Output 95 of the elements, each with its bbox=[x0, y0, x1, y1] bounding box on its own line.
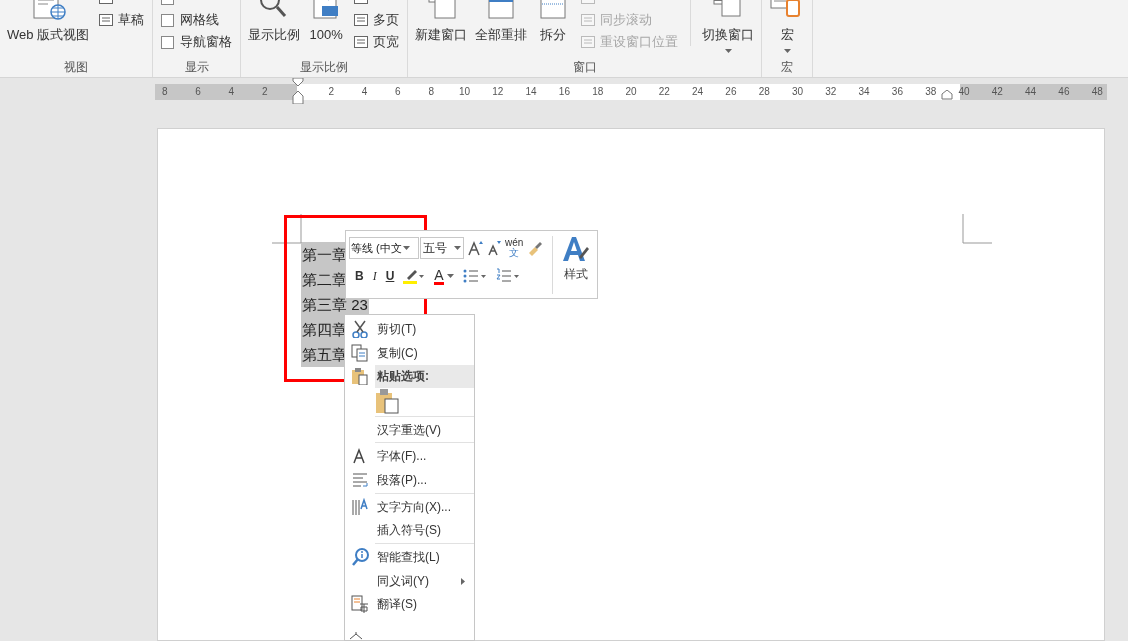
ribbon-small-button[interactable]: 草稿 bbox=[98, 9, 145, 31]
bold-button[interactable]: B bbox=[355, 267, 364, 285]
ruler-number: 30 bbox=[790, 85, 805, 99]
ribbon-button[interactable]: 新建窗口 bbox=[412, 0, 471, 44]
paste-options-header: 粘贴选项: bbox=[375, 364, 474, 388]
ruler-number: 34 bbox=[857, 85, 871, 99]
menu-item[interactable]: 翻译(S) bbox=[345, 592, 474, 617]
draft-icon bbox=[98, 13, 115, 27]
margin-corner-mark bbox=[962, 214, 992, 244]
ribbon-small-button[interactable]: 多页 bbox=[353, 9, 400, 31]
caret-icon bbox=[446, 274, 454, 278]
menu-item[interactable]: 智能查找(L) bbox=[345, 545, 474, 569]
caret-icon bbox=[783, 49, 791, 53]
menu-item[interactable]: 汉字重选(V) bbox=[345, 417, 474, 442]
styles-button[interactable]: 样式 bbox=[553, 231, 591, 298]
phonetic-guide-button[interactable]: wén 文 bbox=[505, 238, 524, 258]
ruler-number: 6 bbox=[194, 85, 202, 99]
font-color-button[interactable]: A bbox=[434, 267, 454, 285]
underline-button[interactable]: U bbox=[385, 267, 395, 285]
ruler-number: 42 bbox=[990, 85, 1004, 99]
menu-item[interactable]: 字体(F)... bbox=[345, 444, 474, 469]
grow-font-icon bbox=[467, 240, 483, 256]
ruler-number: 2 bbox=[327, 85, 336, 99]
translate-icon bbox=[351, 595, 369, 614]
ruler-number: 16 bbox=[557, 85, 571, 99]
ruler-number: 10 bbox=[457, 85, 472, 99]
caret-icon bbox=[454, 246, 461, 250]
ruler-number: 18 bbox=[591, 85, 605, 99]
font-size-field[interactable]: 五号 bbox=[420, 237, 464, 259]
menu-item[interactable]: 文字方向(X)... bbox=[345, 494, 474, 519]
checkbox-label: 导航窗格 bbox=[180, 33, 233, 52]
caret-icon bbox=[724, 49, 732, 53]
reset-window-icon bbox=[580, 35, 597, 49]
copy-icon bbox=[351, 343, 369, 362]
margin-corner-mark bbox=[272, 214, 302, 244]
page-width-icon bbox=[353, 35, 370, 49]
ribbon-button[interactable]: 全部重排 bbox=[472, 0, 531, 44]
text-direction-icon bbox=[351, 497, 369, 516]
ruler-number: 44 bbox=[1024, 85, 1038, 99]
ruler-number: 32 bbox=[824, 85, 838, 99]
menu-item[interactable]: 段落(P)... bbox=[345, 468, 474, 492]
paste-keep-formatting-icon bbox=[375, 388, 399, 415]
ribbon-small-button[interactable]: 页宽 bbox=[353, 31, 400, 53]
submenu-arrow-icon bbox=[461, 577, 465, 585]
menu-item[interactable]: 同义词(Y) bbox=[345, 568, 474, 593]
shrink-font-icon bbox=[486, 240, 502, 256]
ruler-number: 12 bbox=[491, 85, 505, 99]
checkbox-label: 网格线 bbox=[180, 11, 220, 30]
ruler-number: 14 bbox=[524, 85, 538, 99]
ruler-number: 6 bbox=[394, 85, 402, 99]
ruler-number: 36 bbox=[890, 85, 904, 99]
styles-icon bbox=[561, 235, 591, 263]
ribbon-button[interactable]: 切换窗口 bbox=[699, 0, 758, 58]
ruler-number: 22 bbox=[657, 85, 671, 99]
group-label: 显示比例 bbox=[299, 59, 350, 76]
ruler-number: 48 bbox=[1090, 85, 1104, 99]
group-label: 显示 bbox=[183, 59, 210, 76]
ruler-number: 4 bbox=[360, 85, 369, 99]
smart-lookup-icon bbox=[351, 548, 369, 566]
paragraph-icon bbox=[351, 470, 369, 489]
assistant-icon bbox=[349, 632, 363, 640]
scissors-icon bbox=[351, 319, 369, 338]
ruler-number: 38 bbox=[924, 85, 938, 99]
group-label: 宏 bbox=[780, 59, 795, 76]
ruler-number: 24 bbox=[691, 85, 705, 99]
ruler-number: 46 bbox=[1057, 85, 1071, 99]
highlighter-icon bbox=[403, 268, 426, 284]
clipboard-icon bbox=[351, 367, 369, 386]
menu-item[interactable]: 剪切(T) bbox=[345, 317, 474, 341]
numbering-icon bbox=[495, 268, 520, 284]
caret-icon bbox=[402, 246, 410, 250]
ruler-number: 8 bbox=[161, 85, 169, 99]
group-label: 窗口 bbox=[571, 59, 598, 76]
ruler-number: 28 bbox=[757, 85, 771, 99]
checkbox[interactable] bbox=[161, 13, 175, 27]
group-label: 视图 bbox=[63, 59, 90, 76]
ribbon-button[interactable]: 宏 bbox=[766, 0, 809, 58]
ruler-number: 40 bbox=[957, 85, 971, 99]
multiple-pages-icon bbox=[353, 13, 370, 27]
ribbon-button[interactable]: 拆分 bbox=[532, 0, 575, 44]
ribbon-button[interactable]: Web 版式视图 bbox=[4, 0, 93, 44]
ruler-number: 4 bbox=[227, 85, 236, 99]
menu-item[interactable]: 插入符号(S) bbox=[345, 518, 474, 543]
ribbon-button[interactable]: 100% bbox=[305, 0, 348, 44]
ruler-number: 20 bbox=[624, 85, 638, 99]
bullets-icon bbox=[462, 268, 487, 284]
italic-button[interactable]: I bbox=[372, 267, 377, 285]
ruler-number: 2 bbox=[260, 85, 269, 99]
sync-scroll-icon bbox=[580, 13, 597, 27]
font-name-field[interactable]: 等线 (中文 bbox=[349, 237, 419, 259]
ruler-number: 8 bbox=[427, 85, 435, 99]
checkbox[interactable] bbox=[161, 35, 175, 49]
menu-item[interactable]: 复制(C) bbox=[345, 340, 474, 365]
ribbon-button[interactable]: 显示比例 bbox=[245, 0, 304, 44]
ruler-number: 26 bbox=[724, 85, 738, 99]
